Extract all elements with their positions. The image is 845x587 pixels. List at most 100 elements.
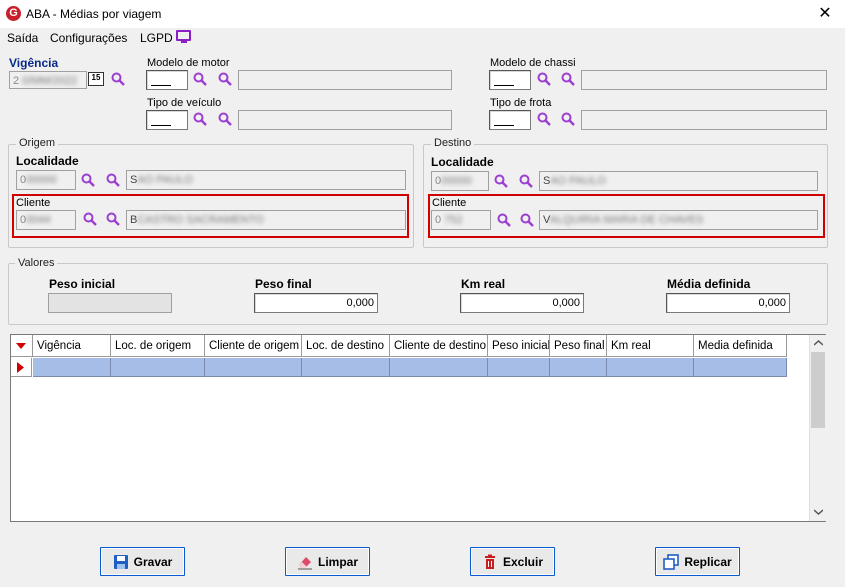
- grid-corner: [11, 335, 33, 357]
- tipo-veiculo-desc: [238, 110, 452, 130]
- modelo-chassi-desc: [581, 70, 827, 90]
- peso-inicial-field: [48, 293, 172, 313]
- destino-cliente-label: Cliente: [432, 197, 467, 209]
- search-icon[interactable]: [218, 112, 232, 126]
- search-icon[interactable]: [537, 112, 551, 126]
- col-media-definida[interactable]: Media definida: [694, 335, 787, 357]
- destino-localidade-desc: SAO PAULO: [539, 171, 818, 191]
- km-real-label: Km real: [461, 277, 506, 291]
- table-row[interactable]: [390, 358, 488, 377]
- col-peso-inicial[interactable]: Peso inicial: [488, 335, 550, 357]
- km-real-field[interactable]: 0,000: [460, 293, 584, 313]
- replicar-button[interactable]: Replicar: [655, 547, 740, 576]
- vigencia-field[interactable]: 2 0/MM/2022: [9, 71, 87, 89]
- table-row[interactable]: [550, 358, 607, 377]
- search-icon[interactable]: [519, 174, 533, 188]
- col-peso-final[interactable]: Peso final: [550, 335, 607, 357]
- tipo-veiculo-label: Tipo de veículo: [147, 97, 222, 109]
- vigencia-label: Vigência: [9, 56, 59, 70]
- table-row[interactable]: [111, 358, 205, 377]
- menu-saida[interactable]: Saída: [7, 30, 38, 46]
- table-row[interactable]: [694, 358, 787, 377]
- destino-cliente-desc: VALQUIRIA MARIA DE CHAVES: [539, 210, 818, 230]
- close-icon[interactable]: ✕: [815, 4, 835, 24]
- table-row[interactable]: [205, 358, 302, 377]
- media-definida-label: Média definida: [667, 277, 751, 291]
- data-grid[interactable]: Vigência Loc. de origem Cliente de orige…: [10, 334, 826, 522]
- window-title: ABA - Médias por viagem: [26, 7, 162, 21]
- col-cliente-destino[interactable]: Cliente de destino: [390, 335, 488, 357]
- modelo-motor-label: Modelo de motor: [147, 57, 230, 69]
- menu-configuracoes[interactable]: Configurações: [50, 30, 127, 46]
- destino-cliente-code[interactable]: 0 752: [431, 210, 491, 230]
- scrollbar-thumb[interactable]: [811, 352, 825, 428]
- origem-cliente-label: Cliente: [16, 197, 51, 209]
- search-icon[interactable]: [83, 212, 97, 226]
- col-vigencia[interactable]: Vigência: [33, 335, 111, 357]
- search-icon[interactable]: [193, 72, 207, 86]
- search-icon[interactable]: [111, 72, 125, 86]
- sort-down-icon: [16, 343, 26, 349]
- excluir-label: Excluir: [502, 554, 544, 569]
- valores-title: Valores: [15, 257, 58, 269]
- peso-inicial-label: Peso inicial: [49, 277, 116, 291]
- tipo-frota-label: Tipo de frota: [490, 97, 552, 109]
- table-row[interactable]: [302, 358, 390, 377]
- menu-lgpd[interactable]: LGPD: [140, 30, 173, 46]
- tipo-veiculo-code[interactable]: [146, 110, 188, 130]
- table-row[interactable]: [607, 358, 694, 377]
- scroll-down-icon[interactable]: [814, 509, 823, 515]
- search-icon[interactable]: [106, 212, 120, 226]
- table-row[interactable]: [33, 358, 111, 377]
- calendar-icon[interactable]: 15: [88, 72, 104, 86]
- origem-cliente-code[interactable]: 00044: [16, 210, 76, 230]
- table-row[interactable]: [488, 358, 550, 377]
- modelo-chassi-code[interactable]: [489, 70, 531, 90]
- col-loc-origem[interactable]: Loc. de origem: [111, 335, 205, 357]
- modelo-motor-code[interactable]: [146, 70, 188, 90]
- limpar-label: Limpar: [317, 554, 358, 569]
- search-icon[interactable]: [561, 112, 575, 126]
- copy-icon: [663, 553, 680, 570]
- save-icon: [113, 554, 129, 570]
- col-cliente-origem[interactable]: Cliente de origem: [205, 335, 302, 357]
- media-definida-field[interactable]: 0,000: [666, 293, 790, 313]
- menu-bar: Saída Configurações LGPD: [0, 28, 845, 48]
- search-icon[interactable]: [193, 112, 207, 126]
- excluir-button[interactable]: Excluir: [470, 547, 555, 576]
- replicar-label: Replicar: [684, 554, 732, 569]
- gravar-label: Gravar: [133, 554, 173, 569]
- scroll-up-icon[interactable]: [814, 340, 823, 346]
- col-loc-destino[interactable]: Loc. de destino: [302, 335, 390, 357]
- monitor-icon[interactable]: [176, 30, 191, 43]
- search-icon[interactable]: [106, 173, 120, 187]
- current-row-icon: [17, 362, 24, 373]
- app-logo-icon: G: [6, 6, 21, 21]
- search-icon[interactable]: [218, 72, 232, 86]
- search-icon[interactable]: [81, 173, 95, 187]
- search-icon[interactable]: [494, 174, 508, 188]
- gravar-button[interactable]: Gravar: [100, 547, 185, 576]
- origem-cliente-desc: BCASTRO SACRAMENTO: [126, 210, 406, 230]
- limpar-button[interactable]: Limpar: [285, 547, 370, 576]
- peso-final-field[interactable]: 0,000: [254, 293, 378, 313]
- destino-localidade-code[interactable]: 000000: [431, 171, 489, 191]
- modelo-chassi-label: Modelo de chassi: [490, 57, 576, 69]
- destino-title: Destino: [431, 137, 475, 149]
- trash-icon: [482, 554, 498, 570]
- search-icon[interactable]: [537, 72, 551, 86]
- origem-localidade-label: Localidade: [16, 154, 79, 168]
- modelo-motor-desc: [238, 70, 452, 90]
- col-km-real[interactable]: Km real: [607, 335, 694, 357]
- tipo-frota-code[interactable]: [489, 110, 531, 130]
- origem-localidade-code[interactable]: 000000: [16, 170, 76, 190]
- search-icon[interactable]: [520, 213, 534, 227]
- origem-title: Origem: [16, 137, 59, 149]
- eraser-icon: [297, 554, 313, 570]
- search-icon[interactable]: [561, 72, 575, 86]
- peso-final-label: Peso final: [255, 277, 312, 291]
- search-icon[interactable]: [497, 213, 511, 227]
- row-indicator[interactable]: [11, 358, 32, 377]
- vertical-scrollbar[interactable]: [809, 335, 826, 521]
- destino-localidade-label: Localidade: [431, 155, 494, 169]
